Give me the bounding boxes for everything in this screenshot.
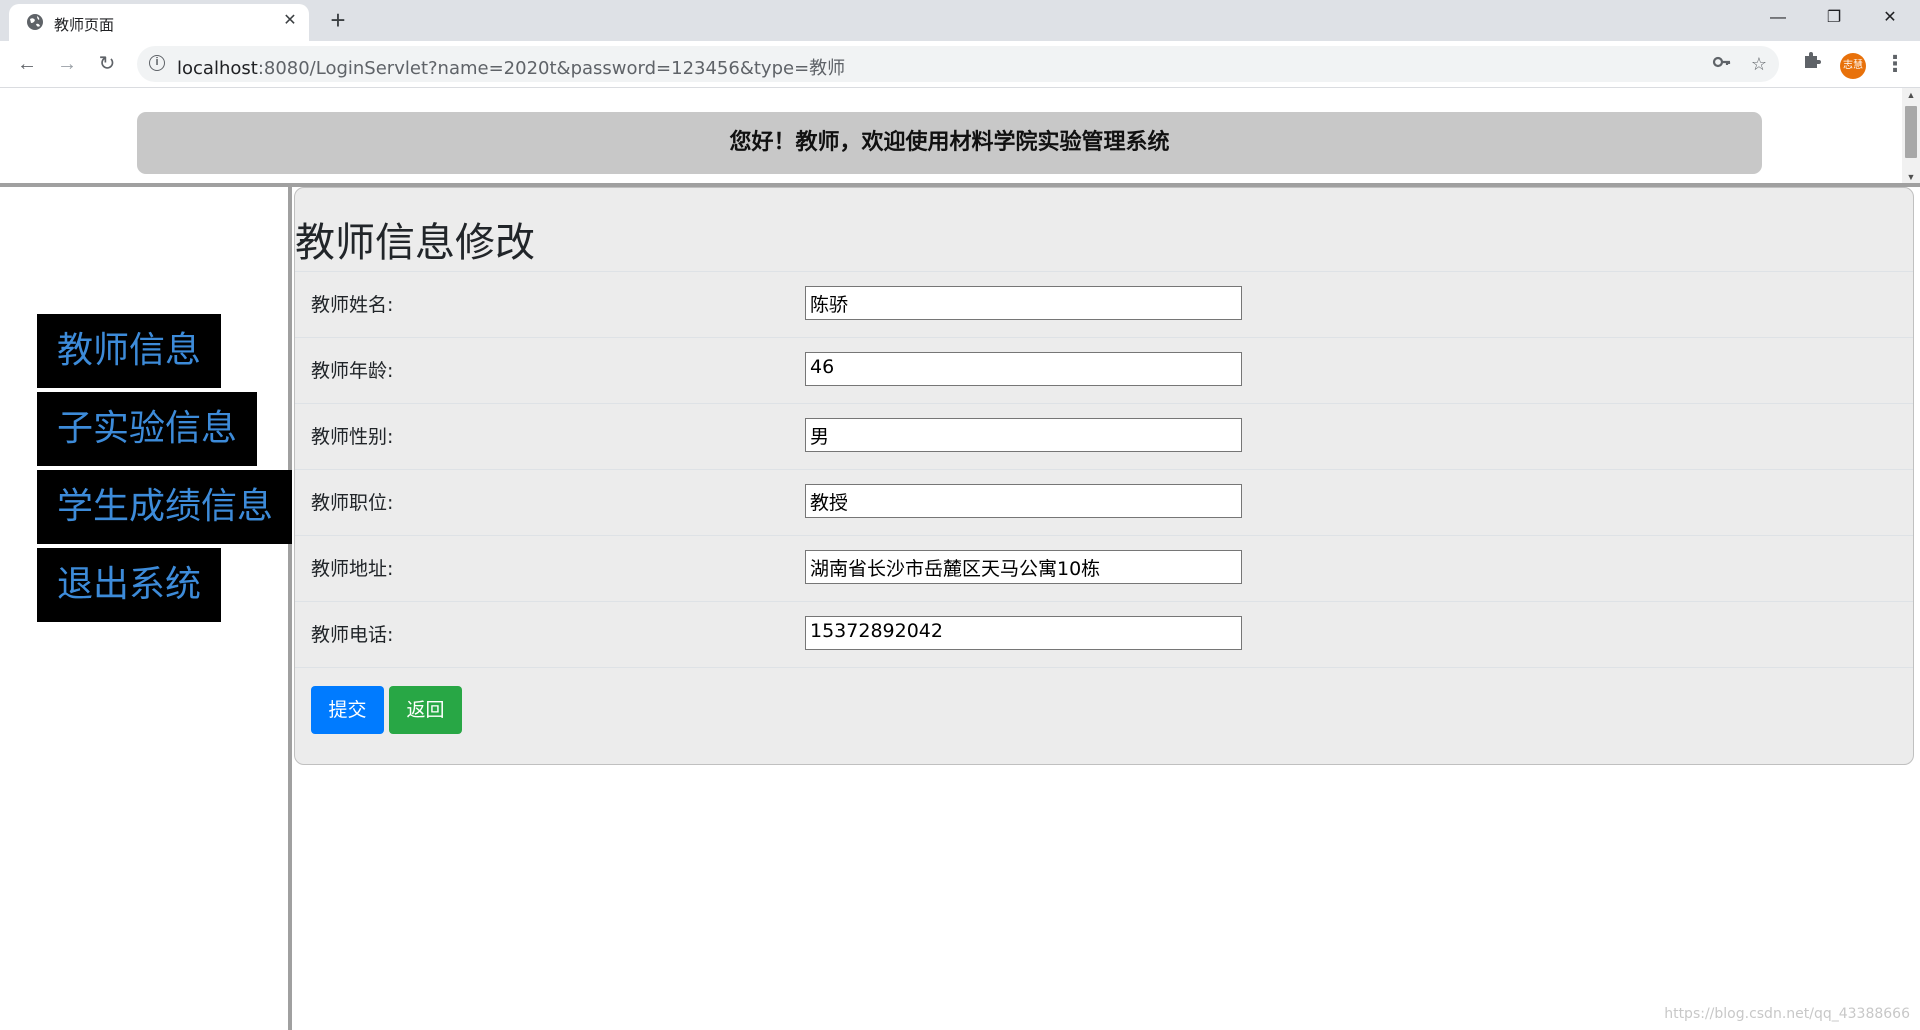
sidebar: 教师信息 子实验信息 学生成绩信息 退出系统 — [0, 187, 294, 1030]
url-text[interactable]: localhost:8080/LoginServlet?name=2020t&p… — [177, 54, 845, 80]
edit-form-panel: 教师信息修改 教师姓名: 陈骄 教师年龄: 46 教师性别: 男 教师职位: 教… — [294, 187, 1914, 765]
sidebar-item-logout[interactable]: 退出系统 — [37, 548, 222, 622]
maximize-button[interactable]: ❐ — [1806, 0, 1862, 36]
browser-tab[interactable]: 教师页面 ✕ — [9, 4, 309, 41]
reload-button[interactable]: ↻ — [92, 49, 122, 79]
age-field[interactable]: 46 — [805, 352, 1242, 386]
page-viewport: 您好！教师，欢迎使用材料学院实验管理系统 ▲ ▼ 教师信息 子实验信息 学生成绩… — [0, 88, 1920, 1030]
menu-icon[interactable]: ⋮ — [1880, 49, 1910, 79]
browser-tabstrip: 教师页面 ✕ + — ❐ ✕ — [0, 0, 1920, 41]
tab-title: 教师页面 — [54, 16, 115, 34]
position-label: 教师职位: — [311, 492, 394, 514]
form-divider — [295, 667, 1913, 668]
gender-field[interactable]: 男 — [805, 418, 1242, 452]
close-window-button[interactable]: ✕ — [1862, 0, 1918, 36]
position-field[interactable]: 教授 — [805, 484, 1242, 518]
browser-toolbar: ← → ↻ i localhost:8080/LoginServlet?name… — [0, 41, 1920, 88]
forward-button[interactable]: → — [52, 49, 82, 79]
form-row-gender: 教师性别: 男 — [295, 403, 1913, 469]
age-label: 教师年龄: — [311, 360, 394, 382]
watermark: https://blog.csdn.net/qq_43388666 — [1664, 1006, 1910, 1022]
name-field[interactable]: 陈骄 — [805, 286, 1242, 320]
back-button[interactable]: ← — [12, 49, 42, 79]
puzzle-icon[interactable] — [1797, 49, 1827, 79]
form-row-phone: 教师电话: 15372892042 — [295, 601, 1913, 667]
address-bar[interactable]: i localhost:8080/LoginServlet?name=2020t… — [137, 46, 1779, 82]
back-button-page[interactable]: 返回 — [389, 686, 462, 734]
sidebar-item-sub-experiment[interactable]: 子实验信息 — [37, 392, 258, 466]
scroll-down-icon[interactable]: ▼ — [1902, 170, 1920, 184]
top-frame-scrollbar[interactable]: ▲ ▼ — [1902, 88, 1920, 184]
minimize-button[interactable]: — — [1750, 0, 1806, 36]
form-row-age: 教师年龄: 46 — [295, 337, 1913, 403]
name-label: 教师姓名: — [311, 294, 394, 316]
star-icon[interactable]: ☆ — [1747, 52, 1771, 76]
scroll-thumb[interactable] — [1905, 106, 1917, 158]
welcome-banner: 您好！教师，欢迎使用材料学院实验管理系统 — [137, 112, 1762, 174]
phone-label: 教师电话: — [311, 624, 394, 646]
form-row-name: 教师姓名: 陈骄 — [295, 271, 1913, 337]
gender-label: 教师性别: — [311, 426, 394, 448]
scroll-up-icon[interactable]: ▲ — [1902, 88, 1920, 102]
sidebar-item-student-grades[interactable]: 学生成绩信息 — [37, 470, 294, 544]
submit-button[interactable]: 提交 — [311, 686, 384, 734]
phone-field[interactable]: 15372892042 — [805, 616, 1242, 650]
new-tab-button[interactable]: + — [323, 6, 353, 36]
profile-avatar[interactable]: 志慧 — [1840, 53, 1866, 79]
sidebar-item-teacher-info[interactable]: 教师信息 — [37, 314, 222, 388]
page-title: 教师信息修改 — [295, 220, 535, 266]
key-icon[interactable] — [1710, 52, 1734, 76]
address-label: 教师地址: — [311, 558, 394, 580]
main-content: 教师信息修改 教师姓名: 陈骄 教师年龄: 46 教师性别: 男 教师职位: 教… — [292, 187, 1920, 1030]
info-icon[interactable]: i — [149, 55, 165, 71]
globe-icon — [26, 13, 44, 31]
tab-close-icon[interactable]: ✕ — [279, 10, 301, 32]
address-field[interactable]: 湖南省长沙市岳麓区天马公寓10栋 — [805, 550, 1242, 584]
form-row-position: 教师职位: 教授 — [295, 469, 1913, 535]
form-row-address: 教师地址: 湖南省长沙市岳麓区天马公寓10栋 — [295, 535, 1913, 601]
